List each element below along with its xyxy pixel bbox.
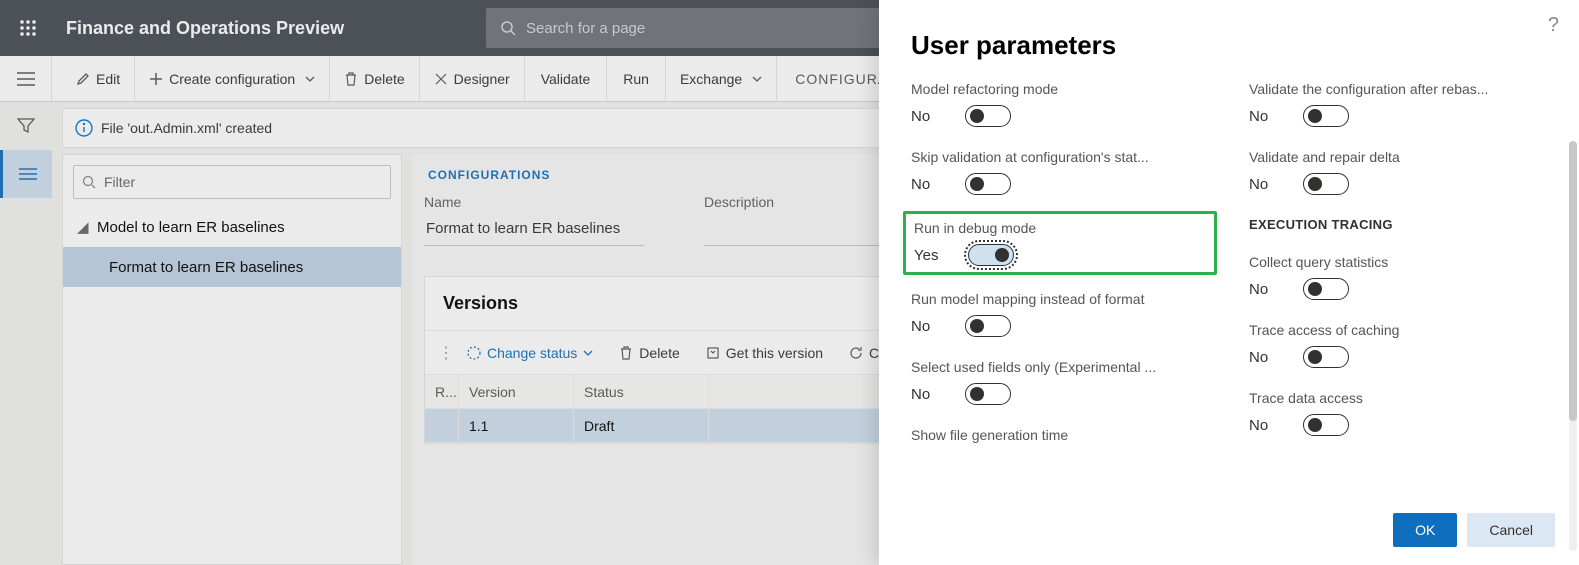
param-value: Yes (914, 247, 944, 264)
param-value: No (911, 176, 941, 193)
param-label: Collect query statistics (1249, 254, 1509, 270)
param-label: Show file generation time (911, 427, 1171, 443)
param-value: No (1249, 417, 1279, 434)
param-value: No (1249, 176, 1279, 193)
toggle-trace-caching[interactable] (1303, 346, 1349, 368)
execution-tracing-header: EXECUTION TRACING (1249, 217, 1547, 232)
param-model-refactoring: Model refactoring mode No (911, 81, 1209, 127)
param-label: Run in debug mode (914, 220, 1174, 236)
param-run-mapping: Run model mapping instead of format No (911, 291, 1209, 337)
param-trace-data: Trace data access No (1249, 390, 1547, 436)
toggle-trace-data[interactable] (1303, 414, 1349, 436)
param-label: Run model mapping instead of format (911, 291, 1171, 307)
toggle-validate-repair[interactable] (1303, 173, 1349, 195)
param-validate-after-rebase: Validate the configuration after rebas..… (1249, 81, 1547, 127)
param-label: Model refactoring mode (911, 81, 1171, 97)
toggle-collect-query[interactable] (1303, 278, 1349, 300)
highlight-box: Run in debug mode Yes (903, 211, 1217, 275)
param-select-fields: Select used fields only (Experimental ..… (911, 359, 1209, 405)
toggle-run-mapping[interactable] (965, 315, 1011, 337)
param-label: Validate the configuration after rebas..… (1249, 81, 1509, 97)
param-value: No (911, 108, 941, 125)
scroll-thumb[interactable] (1569, 141, 1577, 421)
param-label: Validate and repair delta (1249, 149, 1509, 165)
param-label: Skip validation at configuration's stat.… (911, 149, 1171, 165)
toggle-select-fields[interactable] (965, 383, 1011, 405)
param-show-file-time: Show file generation time (911, 427, 1209, 443)
param-validate-repair: Validate and repair delta No (1249, 149, 1547, 195)
param-collect-query: Collect query statistics No (1249, 254, 1547, 300)
param-value: No (1249, 349, 1279, 366)
param-value: No (1249, 281, 1279, 298)
toggle-validate-after[interactable] (1303, 105, 1349, 127)
param-label: Trace data access (1249, 390, 1509, 406)
param-value: No (1249, 108, 1279, 125)
panel-title: User parameters (879, 0, 1579, 81)
toggle-debug-mode[interactable] (968, 244, 1014, 266)
toggle-model-refactoring[interactable] (965, 105, 1011, 127)
param-trace-caching: Trace access of caching No (1249, 322, 1547, 368)
cancel-button[interactable]: Cancel (1467, 513, 1555, 547)
param-value: No (911, 318, 941, 335)
help-button[interactable]: ? (1548, 14, 1559, 37)
panel-footer: OK Cancel (879, 499, 1579, 565)
params-right-column: Validate the configuration after rebas..… (1249, 81, 1547, 499)
params-left-column: Model refactoring mode No Skip validatio… (911, 81, 1209, 499)
param-label: Trace access of caching (1249, 322, 1509, 338)
user-parameters-panel: ? User parameters Model refactoring mode… (879, 0, 1579, 565)
panel-scrollbar[interactable] (1569, 141, 1577, 551)
ok-button[interactable]: OK (1393, 513, 1457, 547)
param-value: No (911, 386, 941, 403)
param-debug-mode: Run in debug mode Yes (914, 220, 1206, 266)
param-label: Select used fields only (Experimental ..… (911, 359, 1171, 375)
toggle-skip-validation[interactable] (965, 173, 1011, 195)
param-skip-validation: Skip validation at configuration's stat.… (911, 149, 1209, 195)
